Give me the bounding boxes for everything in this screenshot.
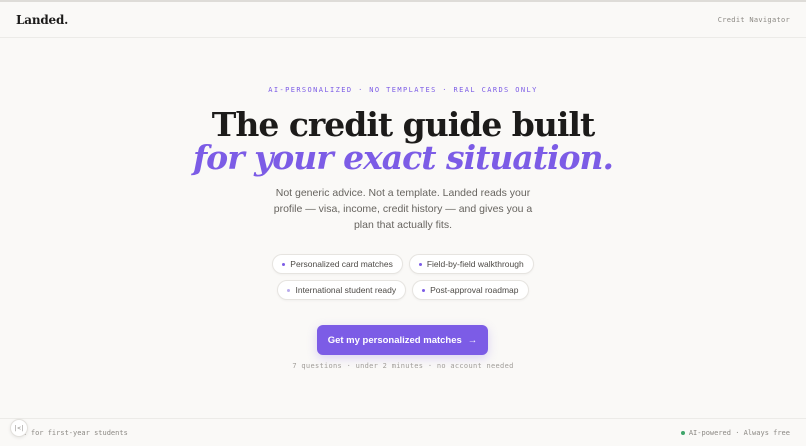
cta-meta: 7 questions · under 2 minutes · no accou… [292,362,514,370]
bullet-dot-icon [418,262,422,266]
footer-right: AI-powered · Always free [680,428,790,437]
hero-title-line-2: for your exact situation. [192,138,614,177]
chip-row-2: International student ready Post-approva… [277,280,529,300]
chip-label: Personalized card matches [290,259,393,269]
get-matches-button[interactable]: Get my personalized matches → [317,325,488,355]
footer-status: AI-powered · Always free [688,428,790,437]
chip-row-1: Personalized card matches Field-by-field… [272,254,534,274]
feature-chip: Post-approval roadmap [412,280,529,300]
cta-label: Get my personalized matches [327,334,462,346]
feature-chip: Personalized card matches [272,254,403,274]
status-dot-icon [680,430,685,435]
bullet-dot-icon [422,288,426,292]
site-header: Landed. Credit Navigator [0,2,806,38]
logo[interactable]: Landed. [16,13,68,27]
bullet-dot-icon [287,288,291,292]
footer-tagline: ilt for first-year students [14,428,128,437]
hero-eyebrow: AI-PERSONALIZED · NO TEMPLATES · REAL CA… [268,86,538,94]
collapse-icon[interactable]: |<| [10,419,28,437]
chip-label: International student ready [295,285,397,295]
chip-label: Post-approval roadmap [430,285,519,295]
nav-link-credit-navigator[interactable]: Credit Navigator [718,16,790,24]
feature-chips: Personalized card matches Field-by-field… [0,254,806,300]
arrow-right-icon: → [467,334,478,346]
feature-chip: International student ready [277,280,407,300]
bullet-dot-icon [282,262,286,266]
site-footer: ilt for first-year students AI-powered ·… [0,418,806,446]
feature-chip: Field-by-field walkthrough [408,254,534,274]
chip-label: Field-by-field walkthrough [426,259,524,269]
hero-subtitle: Not generic advice. Not a template. Land… [273,187,533,231]
